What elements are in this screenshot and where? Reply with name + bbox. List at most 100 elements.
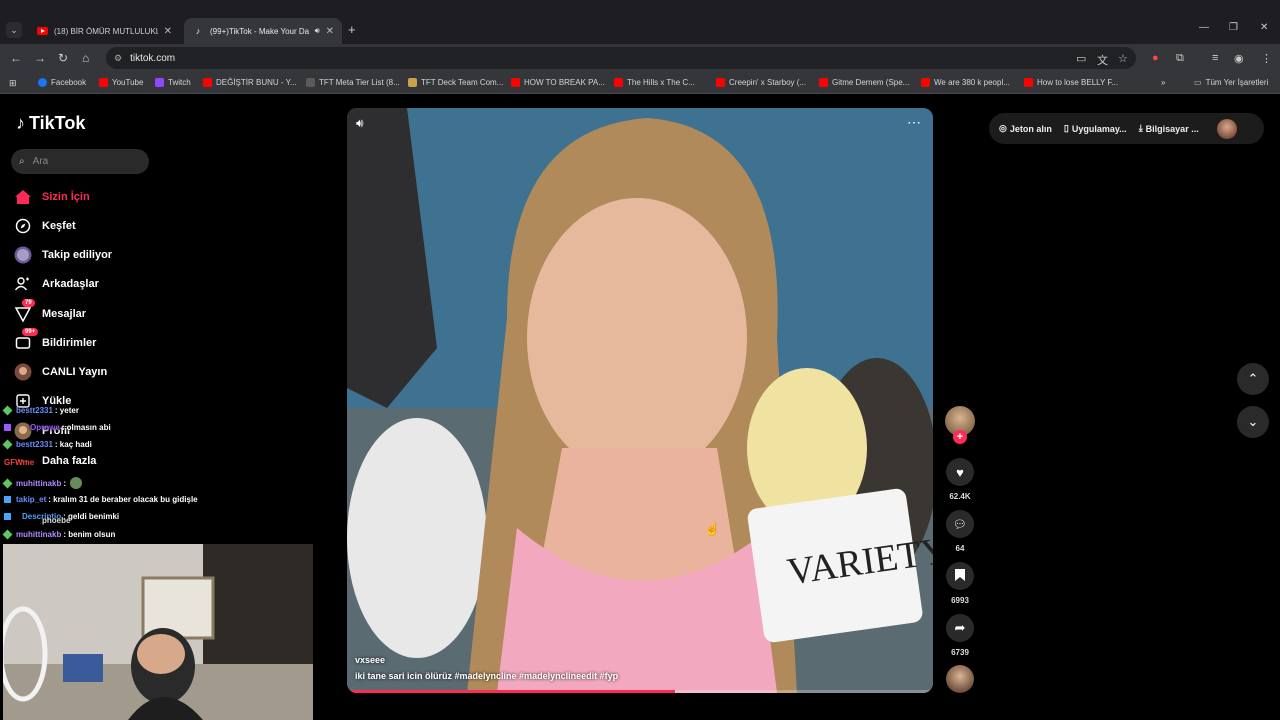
reload-icon[interactable]: ↻ — [58, 51, 68, 65]
volume-icon[interactable]: 🔊︎ — [356, 116, 364, 131]
chat-message: muhittinakb : — [2, 477, 83, 489]
close-icon[interactable]: ✕ — [326, 26, 334, 37]
video-player[interactable]: VARIETY 🔊︎ ⋯ vxseee iki tane sari icin ö… — [347, 108, 933, 693]
hand-cursor-icon: ☝ — [704, 521, 721, 536]
site-info-icon[interactable]: ⚙ — [114, 53, 122, 64]
tft-icon — [306, 78, 315, 87]
bookmark-degistir[interactable]: DEĞİŞTİR BUNU - Y... — [203, 78, 297, 87]
bookmark-tft-deck[interactable]: TFT Deck Team Com... — [408, 78, 503, 87]
messages-badge: 79 — [22, 299, 35, 307]
back-icon[interactable]: ← — [10, 51, 22, 65]
restore-icon[interactable]: ❐ — [1229, 22, 1238, 33]
nav-friends[interactable]: Arkadaşlar — [14, 274, 99, 294]
nav-notifications[interactable]: 99+ Bildirimler — [14, 328, 96, 353]
youtube-icon — [716, 78, 725, 87]
apps-icon[interactable]: ⊞ — [9, 78, 17, 89]
chevron-up-icon: ⌃ — [1247, 371, 1259, 386]
save-button[interactable] — [946, 562, 974, 590]
nav-for-you[interactable]: Sizin İçin — [14, 187, 90, 207]
bookmark-we-are-380k[interactable]: We are 380 k peopl... — [921, 78, 1010, 87]
bookmark-belly[interactable]: How to lose BELLY F... — [1024, 78, 1118, 87]
comment-button[interactable]: 💬︎ — [946, 510, 974, 538]
video-frame: VARIETY — [347, 108, 933, 693]
bookmark-star-icon[interactable]: ☆ — [1118, 52, 1128, 65]
get-app-button[interactable]: ▯ Uygulamay... — [1064, 123, 1127, 134]
bookmark-youtube[interactable]: YouTube — [99, 78, 143, 87]
minimize-icon[interactable]: — — [1199, 22, 1209, 33]
tab-tiktok[interactable]: ♪ (99+)TikTok - Make Your Da 🔊︎ ✕ — [184, 18, 342, 44]
chat-username: GFWme — [4, 458, 35, 467]
chat-badge-icon — [2, 439, 13, 450]
bookmark-tft-meta[interactable]: TFT Meta Tier List (8... — [306, 78, 400, 87]
nav-messages[interactable]: 79 Mesajlar — [14, 299, 86, 324]
friends-icon — [14, 275, 32, 293]
nav-live[interactable]: CANLI Yayın — [14, 362, 107, 382]
search-input[interactable]: ⌕ Ara — [11, 149, 149, 174]
youtube-icon — [614, 78, 623, 87]
bookmark-how-to-break[interactable]: HOW TO BREAK PA... — [511, 78, 605, 87]
extension-red-icon[interactable]: ● — [1152, 52, 1159, 64]
like-count: 62.4K — [949, 492, 971, 501]
search-placeholder: Ara — [32, 156, 49, 167]
like-button[interactable]: ♥ — [946, 458, 974, 486]
phone-icon: ▯ — [1063, 123, 1069, 133]
chat-text: : geldi benimki — [63, 512, 120, 521]
extensions-icon[interactable]: ⧉ — [1176, 52, 1184, 65]
translate-icon[interactable]: 文 — [1097, 52, 1108, 68]
chat-message: takip_et : kralım 31 de beraber olacak b… — [4, 495, 198, 504]
get-coins-button[interactable]: ◎ Jeton alın — [999, 123, 1052, 134]
chat-badge-icon — [2, 478, 13, 488]
previous-video-button[interactable]: ⌃ — [1237, 363, 1269, 395]
chat-badge-icon — [4, 424, 11, 431]
media-icon[interactable]: ≡ — [1212, 52, 1218, 64]
video-username[interactable]: vxseee — [355, 655, 385, 665]
comment-icon: 💬︎ — [953, 518, 967, 531]
user-avatar[interactable] — [1216, 118, 1237, 139]
chat-username: muhittinakb — [16, 478, 62, 488]
home-icon — [14, 188, 32, 206]
share-button[interactable]: ➦ — [946, 614, 974, 642]
emote-icon — [70, 477, 83, 489]
tiktok-logo-icon: ♪ — [16, 113, 25, 133]
bookmark-twitch[interactable]: Twitch — [155, 78, 191, 87]
desktop-app-button[interactable]: ⤓ Bilgisayar ... — [1139, 123, 1199, 134]
chat-username: bestt2331 — [16, 406, 53, 415]
menu-icon[interactable]: ⋮ — [1261, 52, 1272, 65]
chat-username: bestt2331 — [16, 440, 53, 449]
forward-icon[interactable]: → — [34, 51, 46, 65]
tab-youtube[interactable]: (18) BİR ÖMÜR MUTLULUKLAR ✕ — [28, 18, 180, 44]
chat-message: GFWme — [4, 458, 36, 467]
compass-icon — [14, 217, 32, 235]
tab-search-icon[interactable]: ⌄ — [6, 22, 22, 38]
more-bookmarks-icon[interactable]: » — [1161, 78, 1165, 87]
comment-count: 64 — [955, 544, 965, 553]
chat-user-phoebe: phoebe — [42, 516, 71, 525]
nav-explore[interactable]: Keşfet — [14, 216, 76, 236]
save-count: 6993 — [951, 596, 969, 605]
window-close-icon[interactable]: ✕ — [1260, 22, 1268, 33]
new-tab-button[interactable]: + — [348, 22, 356, 37]
tiktok-logo[interactable]: ♪ TikTok — [16, 113, 85, 134]
bookmark-icon — [955, 568, 965, 584]
youtube-icon — [203, 78, 212, 87]
speaker-icon[interactable]: 🔊︎ — [315, 26, 320, 36]
next-video-button[interactable]: ⌄ — [1237, 406, 1269, 438]
cast-icon[interactable]: ▭ — [1076, 52, 1086, 65]
home-page-icon[interactable]: ⌂ — [82, 51, 89, 65]
all-bookmarks[interactable]: ▭ Tüm Yer İşaretleri — [1194, 78, 1268, 87]
more-options-icon[interactable]: ⋯ — [907, 114, 921, 131]
address-bar[interactable]: ⚙ tiktok.com — [106, 47, 1136, 69]
sound-disc-avatar[interactable] — [946, 665, 974, 693]
profile-avatar[interactable]: ◉ — [1234, 52, 1244, 65]
video-progress-bar[interactable] — [347, 690, 676, 693]
chat-badge-icon — [2, 529, 13, 540]
follow-plus-icon[interactable]: + — [953, 430, 967, 444]
bookmark-the-hills[interactable]: The Hills x The C... — [614, 78, 695, 87]
close-icon[interactable]: ✕ — [164, 26, 172, 37]
bookmark-gitme-demem[interactable]: Gitme Demem (Spe... — [819, 78, 909, 87]
bookmark-creepin[interactable]: Creepin' x Starboy (... — [716, 78, 806, 87]
notifications-badge: 99+ — [22, 328, 39, 336]
bookmark-facebook[interactable]: Facebook — [38, 78, 86, 87]
tft-icon — [408, 78, 417, 87]
nav-following[interactable]: Takip ediliyor — [14, 245, 112, 265]
